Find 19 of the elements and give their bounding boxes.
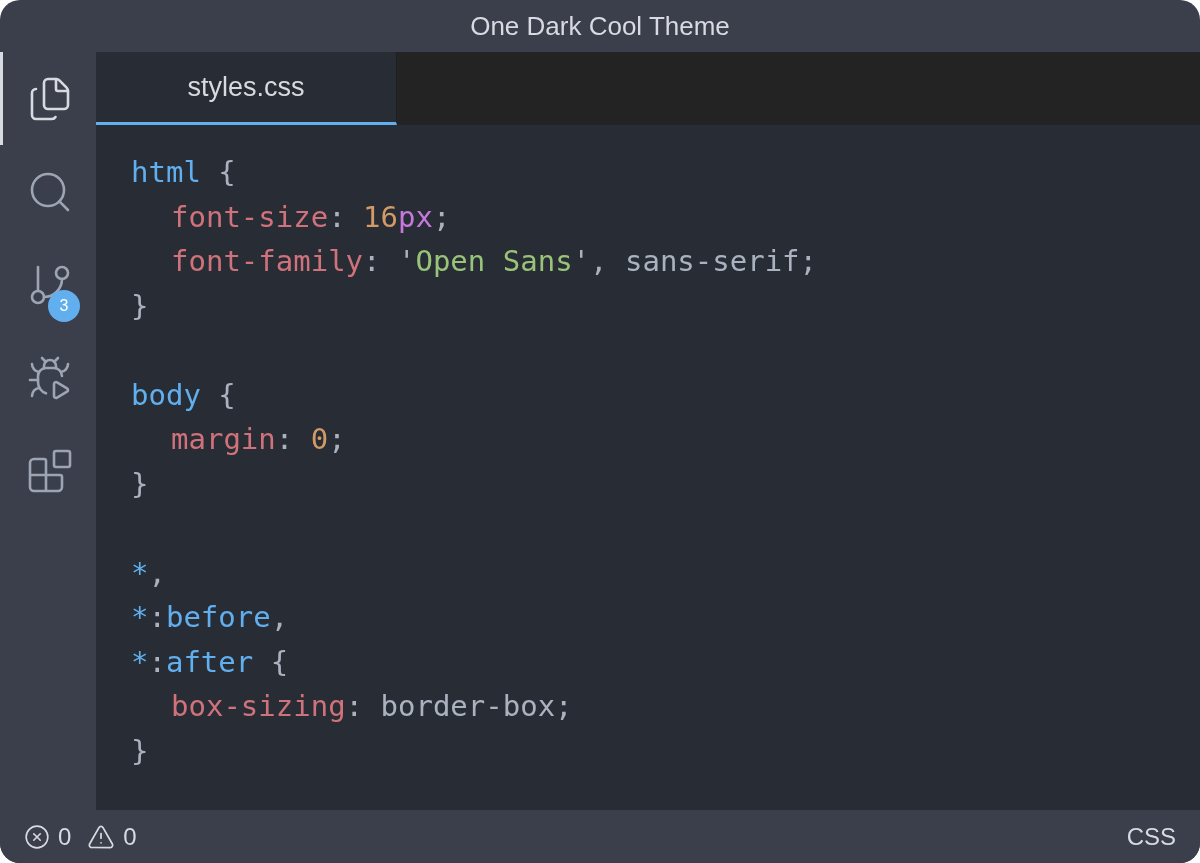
code-line: font-family: 'Open Sans', sans-serif;: [170, 243, 818, 280]
code-line: }: [131, 287, 149, 325]
warning-count: 0: [123, 821, 137, 852]
code-line: margin: 0;: [170, 421, 346, 458]
error-count: 0: [58, 821, 72, 852]
code-line: html {: [131, 154, 236, 191]
error-icon: [24, 823, 50, 850]
count-badge: 3: [48, 290, 80, 322]
window-title: One Dark Cool Theme: [470, 9, 730, 43]
code-line: *:before,: [131, 599, 289, 636]
code-line: *,: [131, 554, 166, 592]
code-line: body {: [131, 376, 236, 414]
editor-tab[interactable]: styles.css: [96, 52, 397, 125]
code-line: *:after {: [131, 643, 289, 681]
language-label[interactable]: CSS: [1126, 818, 1176, 855]
code-line: box-sizing: border-box;: [170, 688, 573, 725]
code-line: }: [131, 465, 149, 503]
code-line: font-size: 16px;: [170, 198, 451, 236]
code-line: }: [131, 732, 149, 770]
